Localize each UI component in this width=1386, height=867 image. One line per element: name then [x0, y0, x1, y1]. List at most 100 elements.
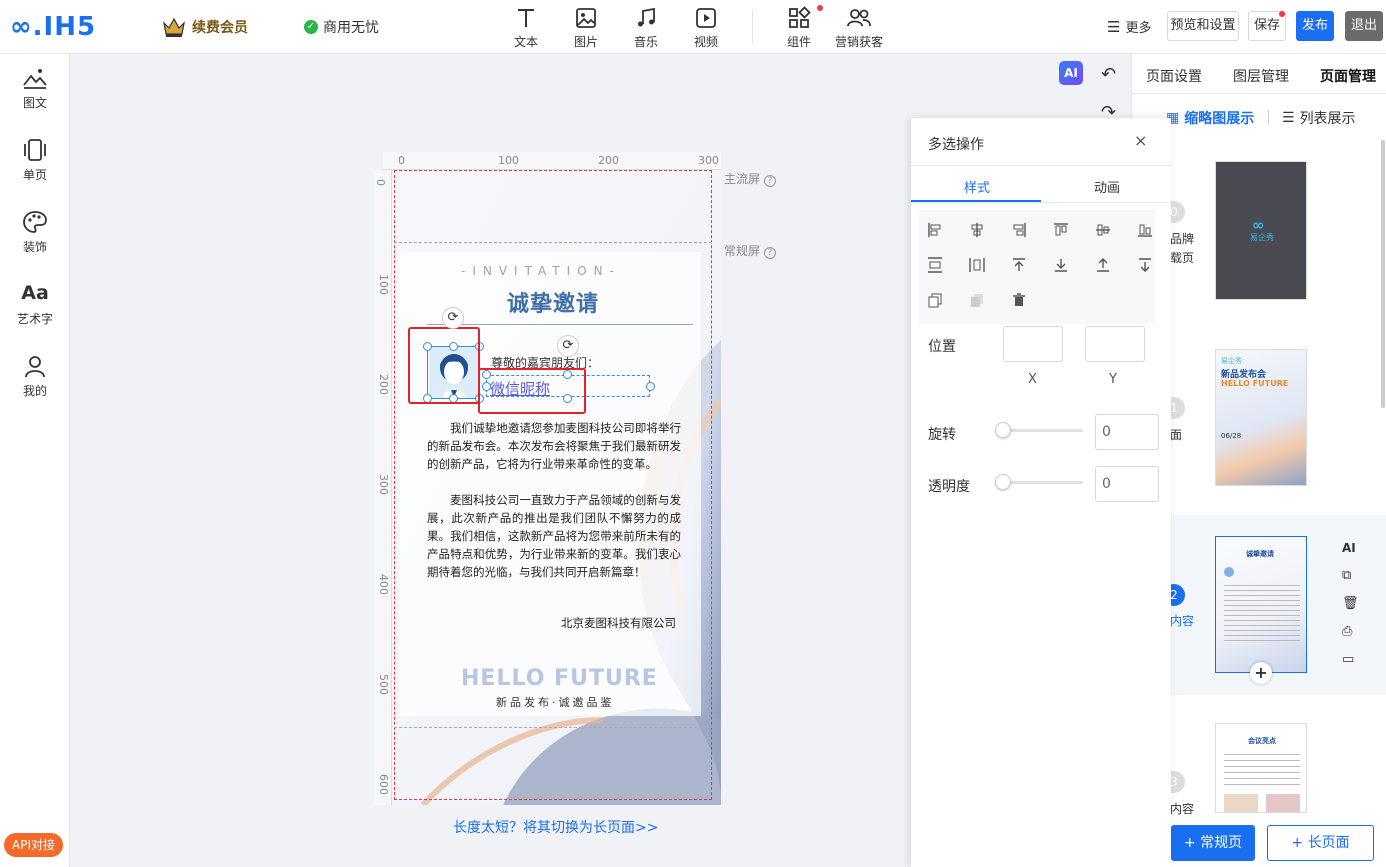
trash-icon[interactable]: 🗑 — [1342, 596, 1359, 611]
position-x-input[interactable] — [1003, 326, 1063, 362]
ai-assistant-button[interactable]: AI — [1059, 61, 1083, 85]
add-page-plus-icon[interactable]: + — [1250, 662, 1272, 684]
copy-icon[interactable] — [927, 292, 943, 308]
ruler-tick: 600 — [377, 774, 390, 795]
delete-icon[interactable] — [1011, 292, 1027, 308]
bring-to-front-icon[interactable] — [1011, 257, 1027, 273]
publish-button[interactable]: 发布 — [1296, 11, 1334, 41]
opacity-slider[interactable] — [1003, 481, 1083, 484]
sidebar-item-decoration[interactable]: 装饰 — [0, 210, 70, 255]
page-label: 面 — [1170, 428, 1183, 442]
page-ai-icon[interactable]: AI — [1342, 541, 1356, 555]
tool-component[interactable]: 组件 — [775, 6, 823, 50]
align-left-icon[interactable] — [927, 222, 943, 238]
position-y-input[interactable] — [1085, 326, 1145, 362]
help-icon[interactable]: ? — [764, 247, 777, 259]
move-up-icon[interactable] — [1095, 257, 1111, 273]
tool-image[interactable]: 图片 — [562, 6, 610, 50]
tool-music[interactable]: 音乐 — [622, 6, 670, 50]
thumb-photo — [1224, 794, 1258, 812]
copy-icon[interactable]: ⧉ — [1342, 568, 1351, 583]
multi-select-tabs — [911, 165, 1171, 203]
music-icon — [638, 7, 655, 27]
tab-page-management[interactable]: 页面管理 — [1320, 66, 1376, 86]
stamp-icon[interactable]: ⎙ — [1342, 624, 1352, 639]
tab-page-settings[interactable]: 页面设置 — [1146, 66, 1202, 86]
view-list-toggle[interactable]: ☰ 列表展示 — [1282, 108, 1356, 128]
resize-handle[interactable] — [646, 382, 655, 391]
paste-icon-disabled[interactable] — [969, 292, 985, 308]
align-bottom-icon[interactable] — [1137, 222, 1153, 238]
page-thumbnail-content-selected[interactable]: 诚挚邀请 — [1215, 536, 1307, 673]
undo-icon[interactable]: ↶ — [1101, 64, 1116, 85]
tab-style[interactable]: 样式 — [964, 177, 990, 196]
switch-long-page-link[interactable]: 长度太短？将其切换为长页面>> — [453, 817, 658, 837]
thumb-text: 会议亮点 — [1248, 737, 1276, 745]
opacity-label: 透明度 — [928, 479, 970, 495]
distribute-vertical-icon[interactable] — [927, 257, 943, 273]
more-menu[interactable]: ☰ 更多 — [1107, 17, 1151, 37]
tab-layer-management[interactable]: 图层管理 — [1233, 66, 1289, 86]
distribute-horizontal-icon[interactable] — [969, 257, 985, 273]
rotate-slider-knob[interactable] — [995, 422, 1011, 438]
rotate-handle-icon[interactable]: ⟳ — [442, 307, 464, 329]
align-top-icon[interactable] — [1053, 222, 1069, 238]
page-thumbnail-cover[interactable]: 易企秀 新品发布会 HELLO FUTURE 06/28 — [1215, 349, 1307, 486]
rotate-input[interactable]: 0 — [1095, 414, 1159, 450]
page-thumbnail-brand[interactable]: ∞ 易企秀 — [1215, 161, 1307, 300]
rotate-slider[interactable] — [1003, 429, 1083, 432]
save-notification-dot — [1279, 11, 1285, 17]
highlight-box-nickname — [478, 368, 586, 414]
tool-music-label: 音乐 — [633, 35, 658, 49]
component-icon — [789, 6, 811, 28]
sidebar-item-mine[interactable]: 我的 — [0, 354, 70, 399]
sidebar-item-graphic[interactable]: 图文 — [0, 66, 70, 111]
sidebar-item-single-page[interactable]: 单页 — [0, 138, 70, 183]
tool-marketing[interactable]: 营销获客 — [835, 6, 883, 50]
opacity-slider-knob[interactable] — [995, 474, 1011, 490]
add-normal-page-button[interactable]: + 常规页 — [1171, 825, 1255, 861]
y-label: Y — [1109, 372, 1117, 387]
check-icon: ✓ — [304, 20, 318, 34]
user-icon — [25, 356, 45, 378]
x-label: X — [1028, 372, 1037, 387]
tool-image-label: 图片 — [573, 35, 598, 49]
thumb-text: 易企秀 — [1221, 357, 1242, 365]
tool-video[interactable]: 视频 — [682, 6, 730, 50]
page-thumbnail-highlights[interactable]: 会议亮点 — [1215, 723, 1307, 813]
sidebar-item-label: 单页 — [22, 168, 47, 182]
api-button[interactable]: API对接 — [4, 833, 63, 857]
commercial-badge[interactable]: ✓ 商用无忧 — [304, 17, 379, 37]
component-notification-dot — [817, 5, 823, 11]
exit-button[interactable]: 退出 — [1345, 11, 1383, 41]
app-logo[interactable]: ∞.IH5 — [10, 12, 96, 42]
ruler-tick: 200 — [377, 374, 390, 395]
thumb-text: 诚挚邀请 — [1246, 550, 1274, 558]
move-down-icon[interactable] — [1053, 257, 1069, 273]
page-list-scrollbar[interactable] — [1381, 140, 1385, 408]
add-long-page-button[interactable]: + 长页面 — [1267, 825, 1374, 861]
preview-settings-button[interactable]: 预览和设置 — [1167, 11, 1239, 41]
align-center-horizontal-icon[interactable] — [969, 222, 985, 238]
send-to-back-icon[interactable] — [1137, 257, 1153, 273]
alignment-tools — [919, 210, 1155, 324]
help-icon[interactable]: ? — [764, 175, 777, 187]
thumb-text-lines — [1224, 754, 1300, 790]
toggle-divider — [1268, 110, 1269, 124]
opacity-input[interactable]: 0 — [1095, 466, 1159, 502]
normal-screen-label: 常规屏? — [724, 242, 777, 259]
folder-icon[interactable]: ▭ — [1342, 652, 1354, 667]
rotate-handle-icon[interactable]: ⟳ — [557, 335, 579, 357]
toolbar-divider — [752, 10, 753, 44]
ruler-vertical: 0 100 200 300 400 500 600 — [374, 170, 392, 805]
view-thumbnail-toggle[interactable]: ▦ 缩略图展示 — [1166, 108, 1254, 128]
ruler-horizontal: 0 100 200 300 — [383, 152, 721, 170]
tool-text[interactable]: 文本 — [502, 6, 550, 50]
sidebar-item-art-text[interactable]: Aa 艺术字 — [0, 282, 70, 327]
align-center-vertical-icon[interactable] — [1095, 222, 1111, 238]
ruler-tick: 0 — [374, 179, 387, 186]
align-right-icon[interactable] — [1011, 222, 1027, 238]
vip-renew[interactable]: 续费会员 — [162, 16, 248, 38]
tab-animation[interactable]: 动画 — [1094, 177, 1120, 196]
close-icon[interactable]: × — [1134, 131, 1147, 150]
